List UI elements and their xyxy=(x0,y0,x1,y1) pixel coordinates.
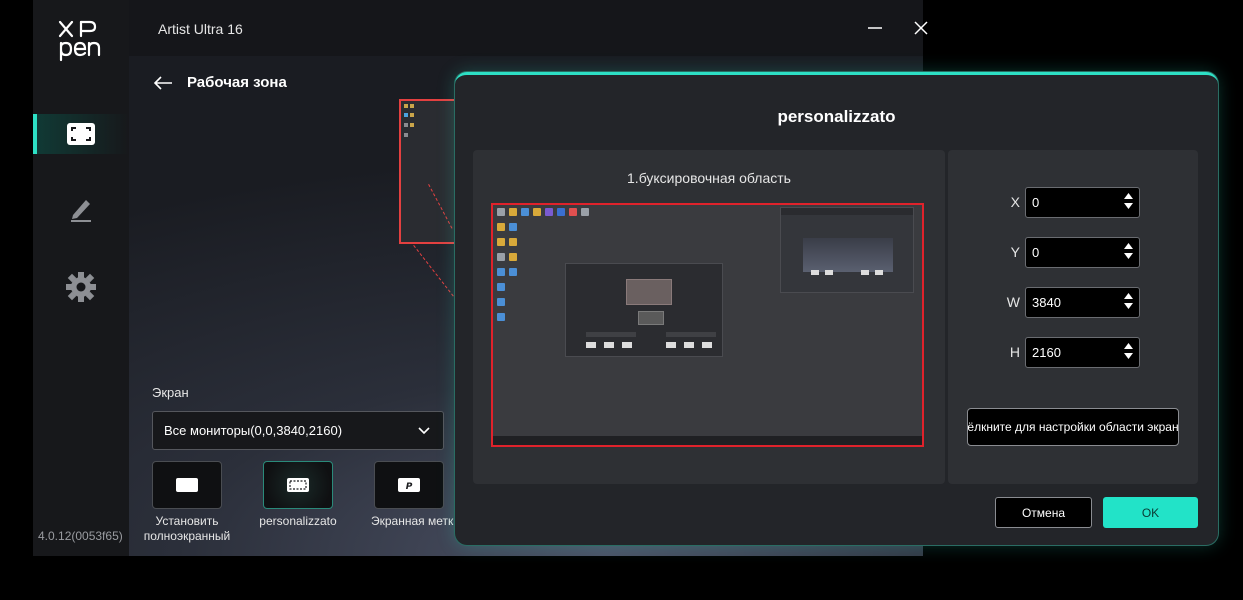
custom-area-dialog: personalizzato 1.буксировочная область X… xyxy=(455,72,1218,545)
minimize-icon xyxy=(868,27,882,29)
desktop-taskbar xyxy=(493,436,922,445)
sidebar-item-settings[interactable] xyxy=(33,267,129,307)
sidebar: 4.0.12(0053f65) xyxy=(33,0,129,556)
screen-preview-thumbnail xyxy=(399,99,459,244)
custom-mode-button[interactable] xyxy=(263,461,333,509)
custom-mode-label: personalizzato xyxy=(259,514,337,528)
close-button[interactable] xyxy=(907,14,935,42)
svg-text:P: P xyxy=(406,482,413,492)
sidebar-item-pen[interactable] xyxy=(33,189,129,229)
chevron-down-icon xyxy=(418,427,430,435)
drag-area-panel: 1.буксировочная область xyxy=(473,150,945,484)
screen-select-value: Все мониторы(0,0,3840,2160) xyxy=(164,423,343,438)
coordinates-panel: X 0 Y 0 W 3840 H 2160 ёлкните для настро… xyxy=(948,150,1198,484)
app-title: Artist Ultra 16 xyxy=(158,21,243,37)
stepper-arrows-icon[interactable] xyxy=(1124,343,1133,359)
stepper-arrows-icon[interactable] xyxy=(1124,243,1133,259)
screen-mark-mode-button[interactable]: P xyxy=(374,461,444,509)
set-screen-area-button[interactable]: ёлкните для настройки области экран xyxy=(967,408,1179,446)
fullscreen-mode-button[interactable] xyxy=(152,461,222,509)
screen-select[interactable]: Все мониторы(0,0,3840,2160) xyxy=(152,411,444,450)
gear-icon xyxy=(66,272,96,302)
version-label: 4.0.12(0053f65) xyxy=(38,529,123,543)
screen-area-selector[interactable] xyxy=(491,203,924,447)
desktop-window-thumbnail xyxy=(565,263,723,357)
cancel-button[interactable]: Отмена xyxy=(995,497,1092,528)
title-bar: Artist Ultra 16 xyxy=(129,0,928,56)
back-arrow-icon[interactable] xyxy=(153,75,173,90)
xppen-logo xyxy=(58,20,101,62)
screen-mark-mode-label: Экранная метк xyxy=(371,514,454,528)
x-input[interactable]: 0 xyxy=(1025,187,1140,218)
back-navigation[interactable]: Рабочая зона xyxy=(153,74,287,91)
custom-area-icon xyxy=(287,478,309,492)
y-input[interactable]: 0 xyxy=(1025,237,1140,268)
w-label: W xyxy=(1006,294,1020,310)
fullscreen-mode-label: Установить полноэкранный xyxy=(143,514,231,543)
close-icon xyxy=(914,21,928,35)
minimize-button[interactable] xyxy=(861,14,889,42)
w-input[interactable]: 3840 xyxy=(1025,287,1140,318)
drag-area-title: 1.буксировочная область xyxy=(627,170,791,186)
screen-mark-icon: P xyxy=(398,478,420,492)
screen-label: Экран xyxy=(152,385,189,400)
page-title: Рабочая зона xyxy=(187,74,287,91)
dialog-title: personalizzato xyxy=(777,107,896,126)
pen-icon xyxy=(71,200,91,222)
work-area-icon xyxy=(67,123,95,145)
fullscreen-icon xyxy=(176,478,198,492)
y-label: Y xyxy=(1010,244,1020,260)
sidebar-item-work-area[interactable] xyxy=(33,114,129,154)
ok-button[interactable]: OK xyxy=(1103,497,1198,528)
h-label: H xyxy=(1009,344,1020,360)
stepper-arrows-icon[interactable] xyxy=(1124,293,1133,309)
x-label: X xyxy=(1010,194,1020,210)
h-input[interactable]: 2160 xyxy=(1025,337,1140,368)
desktop-window-thumbnail xyxy=(780,207,914,293)
stepper-arrows-icon[interactable] xyxy=(1124,193,1133,209)
